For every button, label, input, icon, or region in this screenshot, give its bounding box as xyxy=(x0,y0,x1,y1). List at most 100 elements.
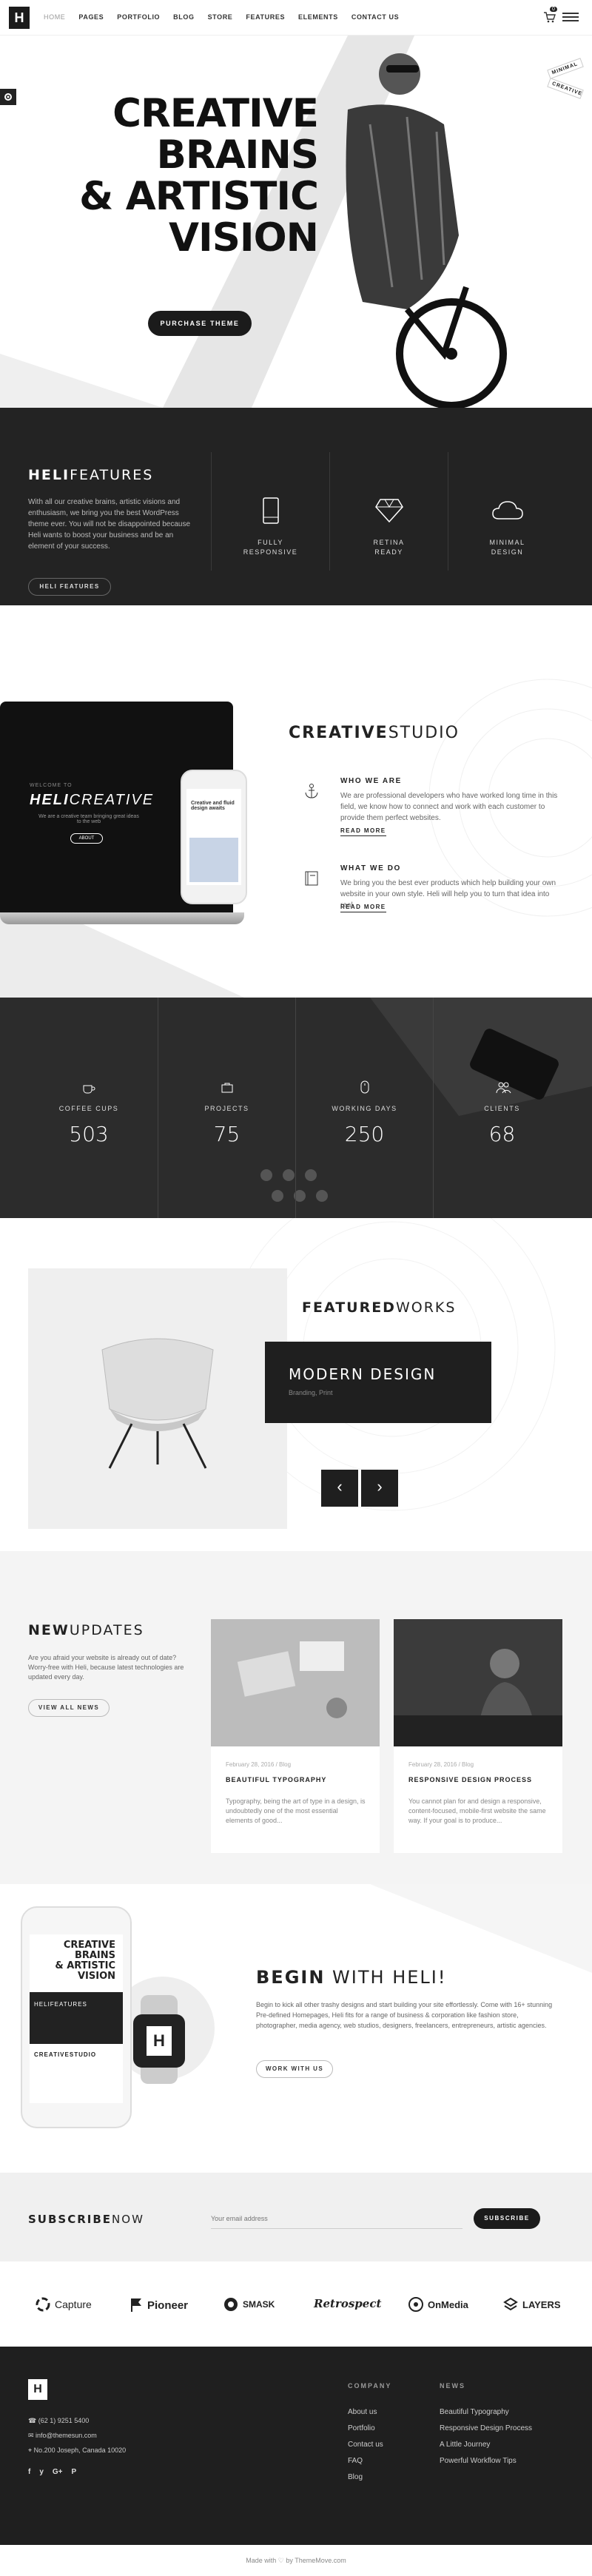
laptop-welcome: WELCOME TO xyxy=(30,783,73,788)
post-date: February 28, 2016 / Blog xyxy=(226,1761,292,1768)
cloud-icon xyxy=(492,501,523,519)
nav-contact[interactable]: CONTACT US xyxy=(345,0,406,36)
mobile-icon xyxy=(263,497,279,524)
read-more-link[interactable]: READ MORE xyxy=(340,904,386,912)
pinterest-icon[interactable]: P xyxy=(72,2468,77,2476)
footer-logo[interactable]: H xyxy=(28,2379,47,2400)
counter-label: COFFEE CUPS xyxy=(58,1105,119,1112)
footer-link[interactable]: Portfolio xyxy=(348,2421,383,2437)
nav-store[interactable]: STORE xyxy=(201,0,240,36)
studio-title: CREATIVESTUDIO xyxy=(289,724,460,742)
phone-title-line: VISION xyxy=(77,1971,115,1982)
phone-mockup-large: CREATIVE BRAINS & ARTISTIC VISION HELIFE… xyxy=(21,1906,132,2128)
laptop-about-button: ABOUT xyxy=(70,833,103,844)
layers-icon xyxy=(503,2297,518,2311)
features-section: HELIFEATURES With all our creative brain… xyxy=(0,408,592,605)
social-links: f y G+ P xyxy=(28,2468,76,2476)
cart-count: 0 xyxy=(550,7,557,12)
prev-work-button[interactable]: ‹ xyxy=(321,1470,358,1507)
settings-toggle[interactable] xyxy=(0,89,16,105)
studio-section: WELCOME TO HELICREATIVE We are a creativ… xyxy=(0,605,592,998)
nav-home[interactable]: HOME xyxy=(37,0,72,36)
nav-portfolio[interactable]: PORTFOLIO xyxy=(110,0,166,36)
twitter-icon[interactable]: y xyxy=(39,2468,44,2476)
capture-logo-icon xyxy=(36,2297,50,2312)
flag-icon xyxy=(131,2298,141,2312)
footer-link[interactable]: Blog xyxy=(348,2469,383,2486)
nav-blog[interactable]: BLOG xyxy=(166,0,201,36)
counter-projects: PROJECTS 75 xyxy=(158,998,295,1218)
brand-capture[interactable]: Capture xyxy=(36,2297,92,2312)
footer-link[interactable]: Contact us xyxy=(348,2437,383,2453)
work-image[interactable] xyxy=(28,1268,287,1529)
footer-news-title: NEWS xyxy=(440,2382,465,2390)
email-input[interactable] xyxy=(211,2208,462,2229)
hero-tags: MINIMAL CREATIVE xyxy=(547,58,584,145)
watch-mockup: H xyxy=(130,1995,188,2084)
post-card[interactable]: February 28, 2016 / Blog BEAUTIFUL TYPOG… xyxy=(211,1619,380,1853)
feature-label: RESPONSIVE xyxy=(243,548,298,556)
studio-item-text: We are professional developers who have … xyxy=(340,792,558,822)
post-excerpt: Typography, being the art of type in a d… xyxy=(226,1798,366,1824)
post-card[interactable]: February 28, 2016 / Blog RESPONSIVE DESI… xyxy=(394,1619,562,1853)
brand-pioneer[interactable]: Pioneer xyxy=(130,2297,188,2313)
footer-address: ⌖ No.200 Joseph, Canada 10020 xyxy=(28,2446,127,2454)
coffee-icon xyxy=(83,1085,95,1094)
phone-title-line: BRAINS xyxy=(74,1950,115,1961)
begin-text: Begin to kick all other trashy designs a… xyxy=(256,2001,553,2029)
brand-retrospect[interactable]: Retrospect xyxy=(314,2297,381,2310)
site-logo[interactable]: H xyxy=(9,7,30,29)
copyright: Made with ♡ by ThemeMove.com xyxy=(0,2545,592,2576)
work-with-us-button[interactable]: WORK WITH US xyxy=(256,2060,333,2078)
feature-retina: RETINA READY xyxy=(329,452,448,571)
counter-label: WORKING DAYS xyxy=(332,1105,397,1112)
footer-link[interactable]: A Little Journey xyxy=(440,2437,532,2453)
footer-link[interactable]: Powerful Workflow Tips xyxy=(440,2453,532,2469)
feature-label: READY xyxy=(374,548,403,556)
next-work-button[interactable]: › xyxy=(361,1470,398,1507)
footer-news-links: Beautiful Typography Responsive Design P… xyxy=(440,2404,532,2469)
anchor-icon xyxy=(303,783,320,799)
chair-image xyxy=(101,1338,214,1469)
footer-link[interactable]: About us xyxy=(348,2404,383,2421)
subscribe-button[interactable]: SUBSCRIBE xyxy=(474,2208,540,2229)
facebook-icon[interactable]: f xyxy=(28,2468,30,2476)
footer-contact: ☎ (62 1) 9251 5400 ✉ info@themesun.com ⌖… xyxy=(28,2413,126,2458)
brand-layers[interactable]: LAYERS xyxy=(503,2297,561,2312)
feature-minimal: MINIMAL DESIGN xyxy=(448,452,566,571)
post-excerpt: You cannot plan for and design a respons… xyxy=(408,1798,546,1824)
nav-elements[interactable]: ELEMENTS xyxy=(292,0,345,36)
footer-email[interactable]: ✉ info@themesun.com xyxy=(28,2428,126,2443)
hero-title-line: CREATIVE xyxy=(112,91,319,136)
site-header: H HOME PAGES PORTFOLIO BLOG STORE FEATUR… xyxy=(0,0,592,36)
footer-company-title: COMPANY xyxy=(348,2382,392,2390)
google-plus-icon[interactable]: G+ xyxy=(53,2468,63,2476)
hero-title: CREATIVE BRAINS & ARTISTIC VISION xyxy=(59,91,319,259)
cart-icon[interactable]: 0 xyxy=(542,7,557,24)
work-title: MODERN DESIGN xyxy=(289,1365,437,1383)
heli-features-button[interactable]: HELI FEATURES xyxy=(28,578,111,596)
brand-onmedia[interactable]: OnMedia xyxy=(408,2297,468,2312)
brand-smask[interactable]: SMASK xyxy=(223,2297,275,2312)
footer-link[interactable]: Responsive Design Process xyxy=(440,2421,532,2437)
studio-item-heading: WHAT WE DO xyxy=(340,864,401,872)
subscribe-section: SUBSCRIBENOW SUBSCRIBE xyxy=(0,2173,592,2261)
work-caption[interactable]: MODERN DESIGN Branding, Print xyxy=(265,1342,491,1423)
view-all-news-button[interactable]: VIEW ALL NEWS xyxy=(28,1699,110,1717)
laptop-sub: We are a creative team bringing great id… xyxy=(38,814,139,824)
phone-title-line: & ARTISTIC xyxy=(55,1960,115,1971)
nav-features[interactable]: FEATURES xyxy=(239,0,292,36)
diamond-icon xyxy=(375,499,403,523)
footer-link[interactable]: FAQ xyxy=(348,2453,383,2469)
footer-link[interactable]: Beautiful Typography xyxy=(440,2404,532,2421)
site-footer: H ☎ (62 1) 9251 5400 ✉ info@themesun.com… xyxy=(0,2347,592,2545)
location-icon: ⌖ xyxy=(28,2446,34,2454)
works-title: FEATUREDWORKS xyxy=(302,1299,457,1316)
purchase-theme-button[interactable]: PURCHASE THEME xyxy=(148,311,252,336)
nav-pages[interactable]: PAGES xyxy=(72,0,110,36)
counter-label: CLIENTS xyxy=(484,1105,520,1112)
menu-icon[interactable] xyxy=(562,12,579,22)
updates-text: Are you afraid your website is already o… xyxy=(28,1654,184,1681)
read-more-link[interactable]: READ MORE xyxy=(340,827,386,836)
feature-label: MINIMAL xyxy=(489,539,525,546)
